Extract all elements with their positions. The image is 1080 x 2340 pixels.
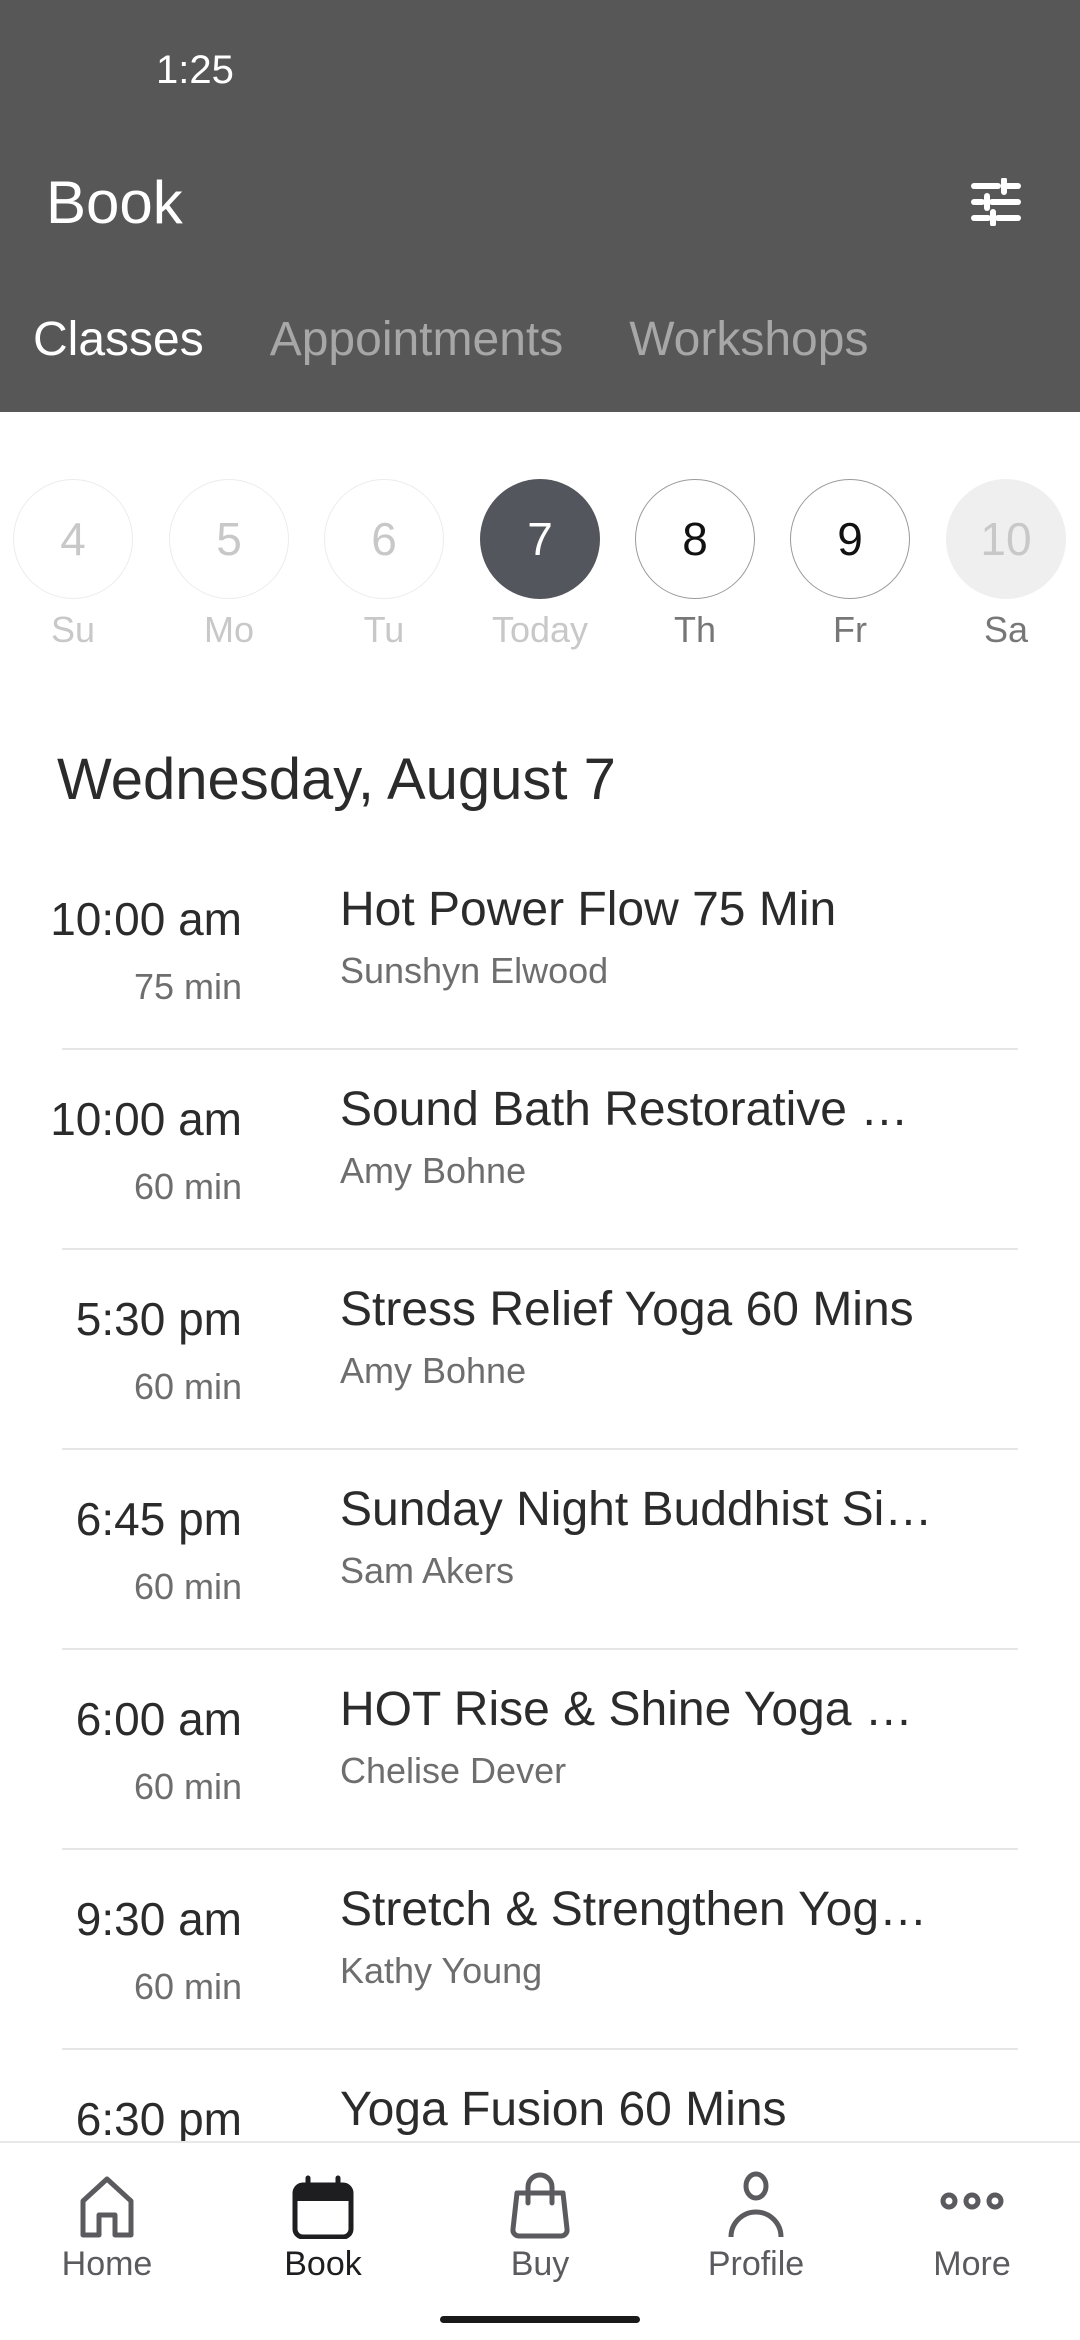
class-instructor: Amy Bohne	[340, 1150, 527, 1191]
day-number: 7	[480, 479, 600, 599]
nav-label: Home	[61, 2245, 153, 2283]
class-row[interactable]: 10:00 am 60 min Sound Bath Restorative ……	[0, 1050, 1080, 1250]
day-label: Su	[50, 609, 96, 650]
class-title: Stress Relief Yoga 60 Mins	[340, 1283, 914, 1336]
nav-label: More	[933, 2245, 1011, 2283]
class-duration: 60 min	[133, 1166, 242, 1207]
class-title: Yoga Fusion 60 Mins	[340, 2083, 787, 2136]
class-instructor: Amy Bohne	[340, 1350, 527, 1391]
nav-buy[interactable]: Buy	[450, 2163, 630, 2284]
class-title: HOT Rise & Shine Yoga …	[340, 1683, 913, 1736]
day-number: 5	[169, 479, 289, 599]
tab-appointments[interactable]: Appointments	[237, 312, 597, 382]
day-tuesday[interactable]: 6 Tu	[324, 479, 444, 651]
class-duration: 60 min	[133, 1566, 242, 1607]
day-sunday[interactable]: 4 Su	[13, 479, 133, 651]
calendar-icon	[292, 2175, 354, 2239]
class-title: Sound Bath Restorative …	[340, 1083, 909, 1136]
class-row[interactable]: 5:30 pm 60 min Stress Relief Yoga 60 Min…	[0, 1250, 1080, 1450]
class-instructor: Chelise Dever	[340, 1750, 567, 1791]
shopping-bag-icon	[510, 2172, 570, 2239]
class-row[interactable]: 6:00 am 60 min HOT Rise & Shine Yoga … C…	[0, 1650, 1080, 1850]
class-time: 6:00 am	[75, 1693, 242, 1745]
day-label: Fr	[833, 609, 867, 650]
day-today[interactable]: 7 Today	[480, 479, 600, 651]
day-number: 6	[324, 479, 444, 599]
nav-label: Book	[284, 2245, 362, 2283]
day-label: Th	[673, 609, 716, 650]
class-time: 6:30 pm	[75, 2093, 242, 2145]
class-time: 10:00 am	[50, 1093, 242, 1145]
nav-label: Profile	[707, 2245, 805, 2283]
nav-profile[interactable]: Profile	[666, 2163, 846, 2284]
class-duration: 60 min	[133, 1766, 242, 1807]
home-indicator[interactable]	[440, 2316, 640, 2323]
filter-button[interactable]	[960, 170, 1032, 234]
class-duration: 75 min	[133, 966, 242, 1007]
status-bar-time: 1:25	[156, 48, 234, 92]
tab-bar: Classes Appointments Workshops	[0, 312, 901, 382]
day-number: 8	[635, 479, 755, 599]
class-instructor: Sunshyn Elwood	[340, 950, 609, 991]
class-title: Stretch & Strengthen Yog…	[340, 1883, 928, 1936]
bottom-nav: Home Book Buy Profile More	[0, 2141, 1080, 2340]
day-number: 9	[790, 479, 910, 599]
app-header: 1:25 Book Classes Appointments Workshops	[0, 0, 1080, 412]
class-row[interactable]: 9:30 am 60 min Stretch & Strengthen Yog……	[0, 1850, 1080, 2050]
sliders-icon	[971, 178, 1021, 226]
day-number: 10	[946, 479, 1066, 599]
nav-book[interactable]: Book	[233, 2163, 413, 2284]
day-label: Mo	[203, 609, 254, 650]
tab-classes[interactable]: Classes	[0, 312, 237, 382]
tab-workshops[interactable]: Workshops	[596, 312, 901, 382]
page-title: Book	[46, 169, 183, 236]
class-instructor: Sam Akers	[340, 1550, 515, 1591]
nav-more[interactable]: More	[882, 2163, 1062, 2284]
class-row[interactable]: 10:00 am 75 min Hot Power Flow 75 Min Su…	[0, 850, 1080, 1050]
day-label: Today	[491, 609, 589, 650]
class-title: Hot Power Flow 75 Min	[340, 883, 837, 936]
class-title: Sunday Night Buddhist Si…	[340, 1483, 933, 1536]
class-time: 6:45 pm	[75, 1493, 242, 1545]
day-number: 4	[13, 479, 133, 599]
class-list: 10:00 am 75 min Hot Power Flow 75 Min Su…	[0, 850, 1080, 2250]
day-label: Tu	[363, 609, 405, 650]
week-day-selector: 4 Su 5 Mo 6 Tu 7 Today 8 Th 9 Fr 10 Sa	[0, 479, 1080, 659]
class-time: 9:30 am	[75, 1893, 242, 1945]
class-time: 5:30 pm	[75, 1293, 242, 1345]
class-duration: 60 min	[133, 1366, 242, 1407]
nav-home[interactable]: Home	[17, 2163, 197, 2284]
day-saturday[interactable]: 10 Sa	[946, 479, 1066, 651]
class-time: 10:00 am	[50, 893, 242, 945]
date-heading: Wednesday, August 7	[57, 747, 616, 812]
class-duration: 60 min	[133, 1966, 242, 2007]
day-friday[interactable]: 9 Fr	[790, 479, 910, 651]
day-label: Sa	[983, 609, 1029, 650]
person-icon	[728, 2171, 784, 2238]
home-icon	[80, 2176, 134, 2238]
more-dots-icon	[940, 2192, 1004, 2210]
day-thursday[interactable]: 8 Th	[635, 479, 755, 651]
day-monday[interactable]: 5 Mo	[169, 479, 289, 651]
nav-label: Buy	[510, 2245, 570, 2283]
class-row[interactable]: 6:45 pm 60 min Sunday Night Buddhist Si……	[0, 1450, 1080, 1650]
class-instructor: Kathy Young	[340, 1950, 543, 1991]
